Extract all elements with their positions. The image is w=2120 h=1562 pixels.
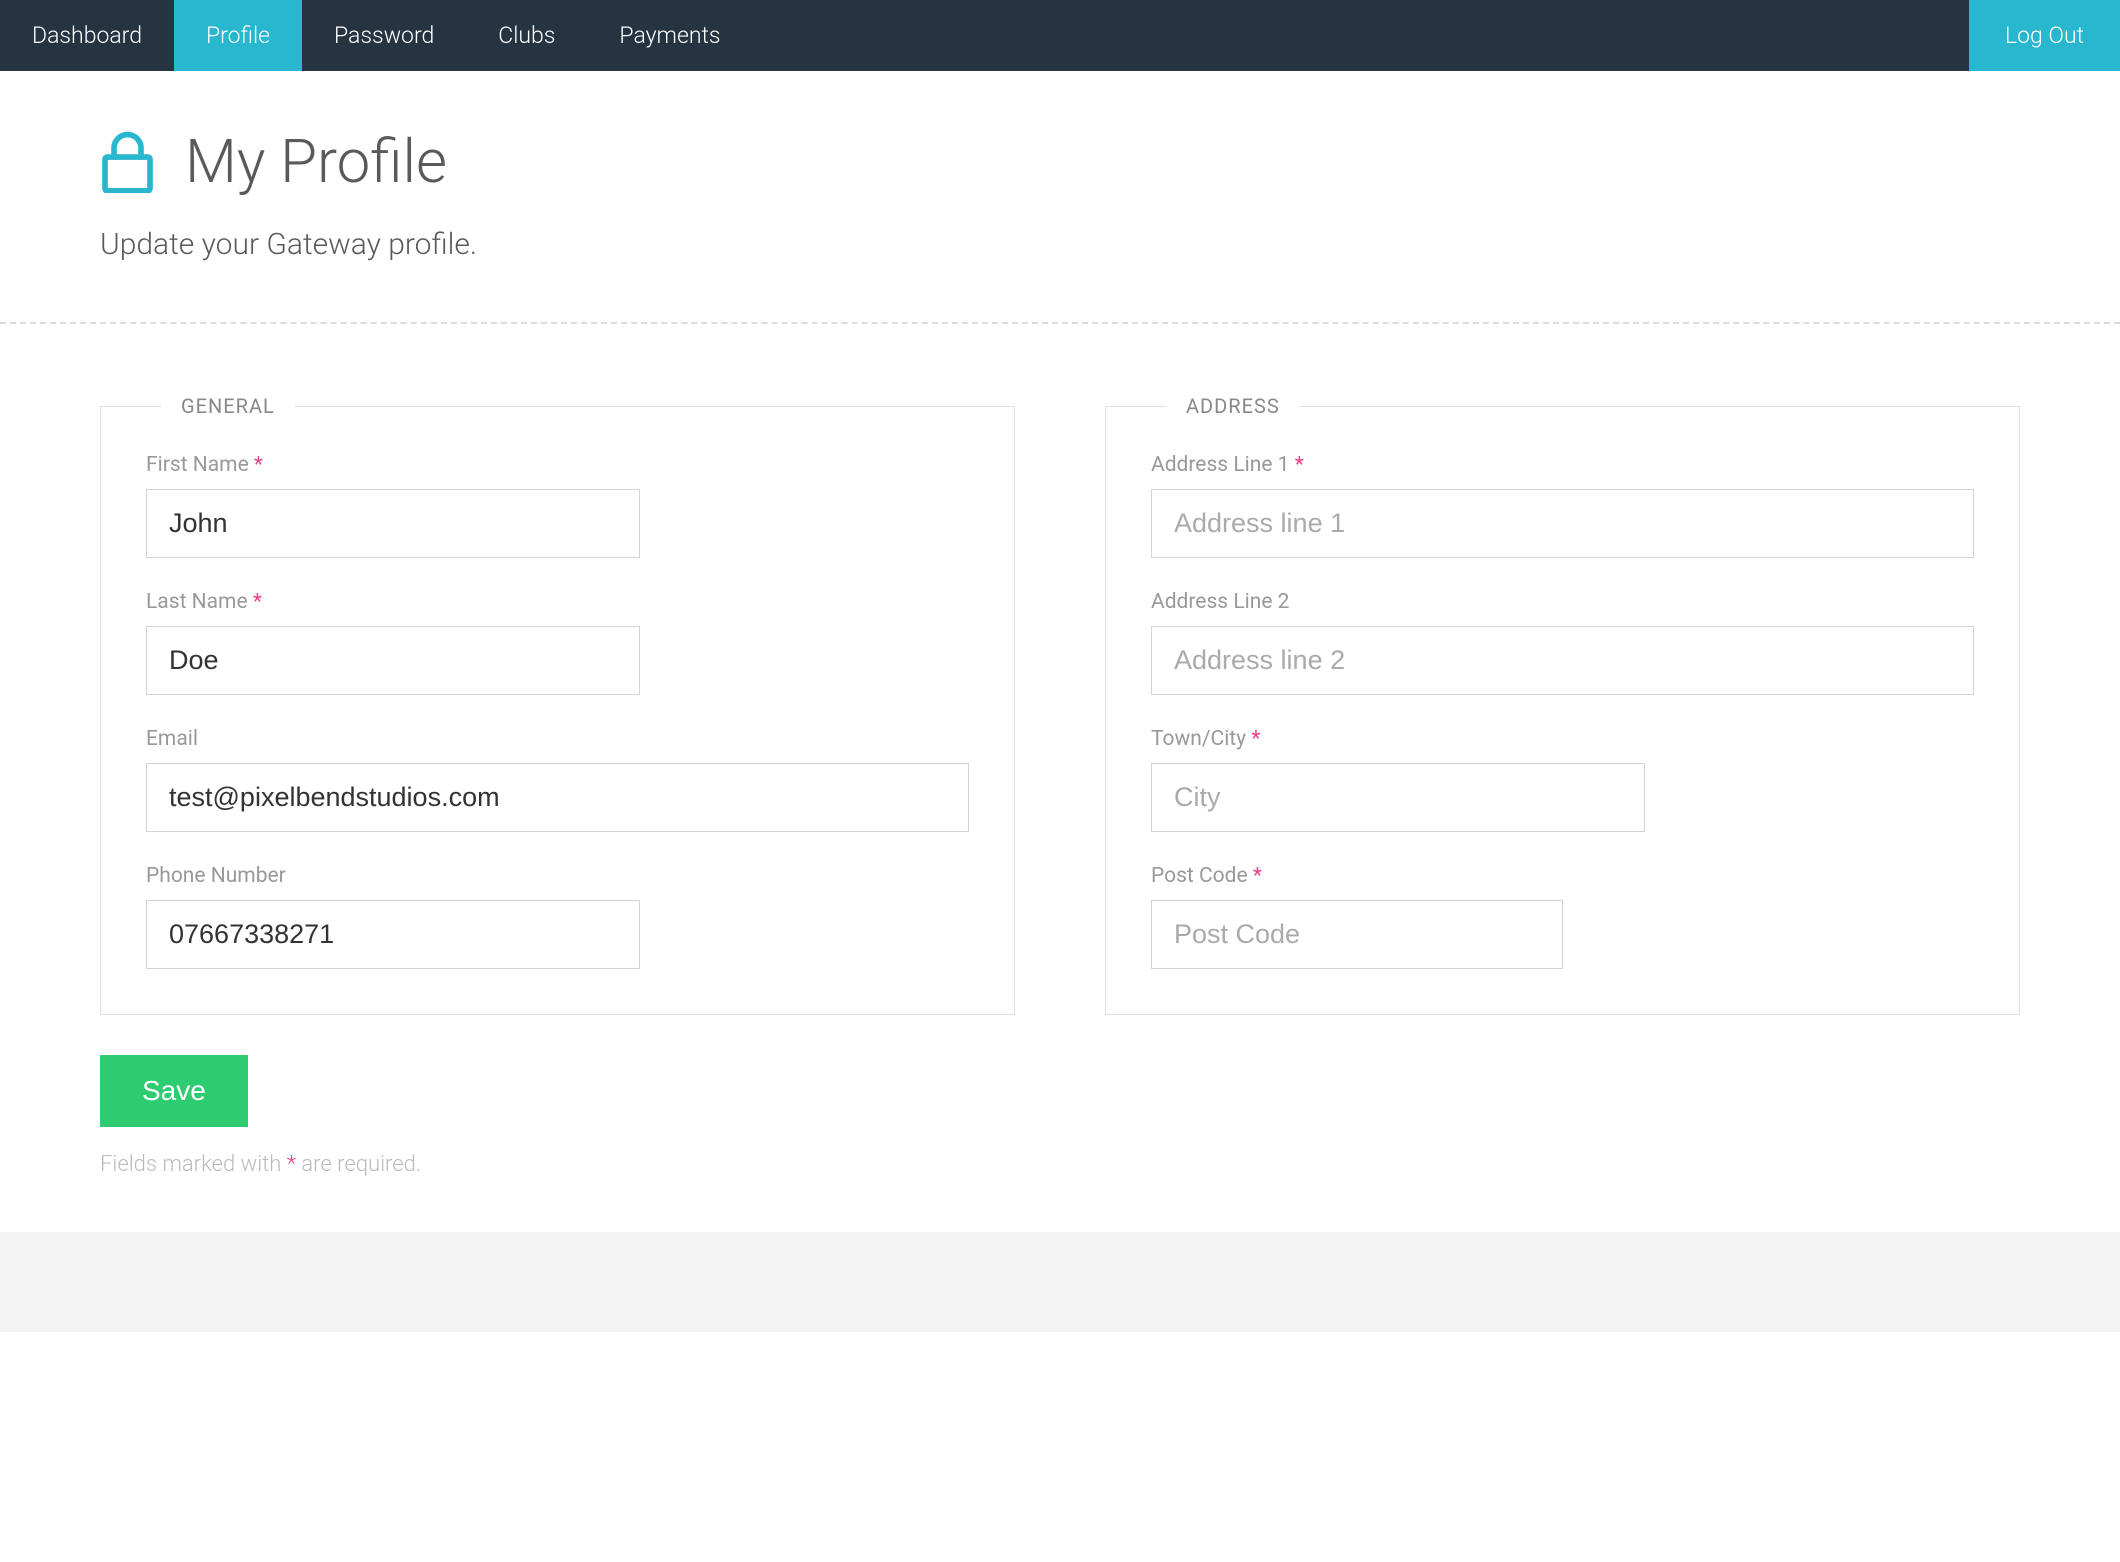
email-label: Email [146,727,969,751]
email-input[interactable] [146,763,969,832]
page-subtitle: Update your Gateway profile. [0,227,2120,322]
postcode-label: Post Code * [1151,864,1974,888]
address-line2-group: Address Line 2 [1151,590,1974,695]
last-name-label: Last Name * [146,590,969,614]
last-name-input[interactable] [146,626,640,695]
general-legend: GENERAL [161,394,295,418]
last-name-group: Last Name * [146,590,969,695]
address-legend: ADDRESS [1166,394,1300,418]
required-star: * [253,590,262,614]
address-line1-input[interactable] [1151,489,1974,558]
lock-icon [100,130,155,193]
first-name-label-text: First Name [146,453,249,477]
address-line2-input[interactable] [1151,626,1974,695]
address-line1-group: Address Line 1 * [1151,453,1974,558]
nav-dashboard[interactable]: Dashboard [0,0,174,71]
footnote-prefix: Fields marked with [100,1152,287,1177]
logout-button[interactable]: Log Out [1969,0,2120,71]
nav-profile[interactable]: Profile [174,0,302,71]
address-fieldset: ADDRESS Address Line 1 * Address Line 2 … [1105,394,2020,1015]
general-fieldset: GENERAL First Name * Last Name * Email P… [100,394,1015,1015]
nav-clubs[interactable]: Clubs [466,0,587,71]
nav-password[interactable]: Password [302,0,466,71]
first-name-group: First Name * [146,453,969,558]
last-name-label-text: Last Name [146,590,248,614]
phone-group: Phone Number [146,864,969,969]
first-name-label: First Name * [146,453,969,477]
required-footnote: Fields marked with * are required. [0,1152,2120,1232]
email-group: Email [146,727,969,832]
footnote-star: * [287,1152,296,1177]
address-line1-label-text: Address Line 1 [1151,453,1290,477]
footer-space [0,1232,2120,1332]
required-star: * [1295,453,1304,477]
save-row: Save [0,1055,2120,1152]
save-button[interactable]: Save [100,1055,248,1127]
city-label-text: Town/City [1151,727,1246,751]
postcode-label-text: Post Code [1151,864,1248,888]
nav-payments[interactable]: Payments [587,0,752,71]
city-group: Town/City * [1151,727,1974,832]
city-label: Town/City * [1151,727,1974,751]
required-star: * [254,453,263,477]
page-title: My Profile [185,126,447,197]
postcode-input[interactable] [1151,900,1563,969]
required-star: * [1253,864,1262,888]
footnote-suffix: are required. [296,1152,421,1177]
top-nav: Dashboard Profile Password Clubs Payment… [0,0,2120,71]
form-wrapper: GENERAL First Name * Last Name * Email P… [0,324,2120,1055]
page-header: My Profile [0,71,2120,227]
address-line2-label: Address Line 2 [1151,590,1974,614]
required-star: * [1251,727,1260,751]
first-name-input[interactable] [146,489,640,558]
phone-input[interactable] [146,900,640,969]
phone-label: Phone Number [146,864,969,888]
nav-spacer [753,0,1969,71]
postcode-group: Post Code * [1151,864,1974,969]
address-line1-label: Address Line 1 * [1151,453,1974,477]
city-input[interactable] [1151,763,1645,832]
